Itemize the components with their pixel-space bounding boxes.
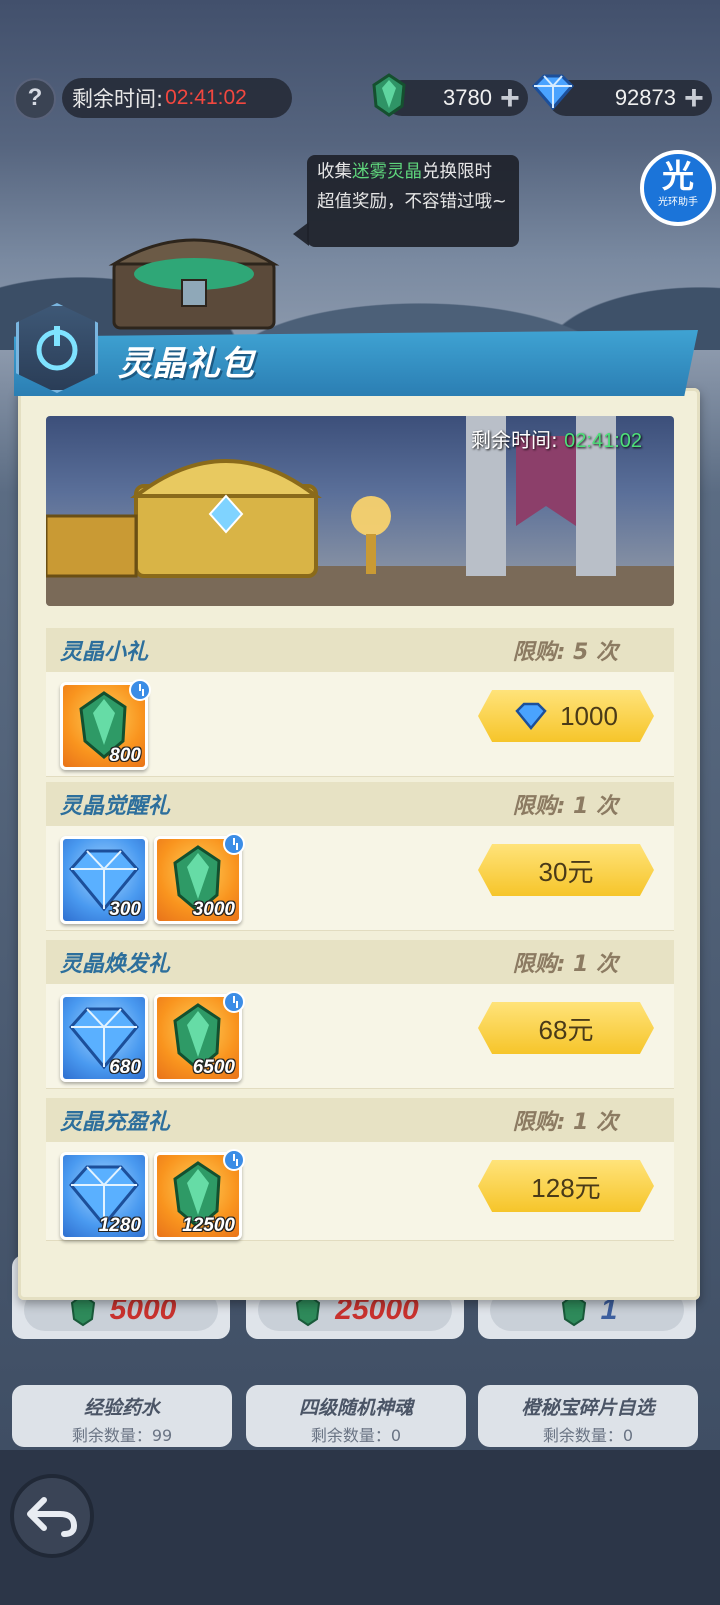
- offer-row: 灵晶焕发礼 限购: 1 次 680 6500 68元: [46, 940, 674, 1089]
- crystal-reward-item[interactable]: 12500: [154, 1149, 245, 1240]
- add-diamond-button[interactable]: +: [684, 81, 712, 115]
- offer-header: 灵晶充盈礼 限购: 1 次: [46, 1098, 674, 1142]
- crystal-icon: [372, 73, 406, 117]
- buy-button[interactable]: 68元: [478, 1002, 654, 1054]
- timer-value: 02:41:02: [165, 86, 247, 109]
- offer-body: 800 1000: [46, 672, 674, 777]
- hero-timer: 剩余时间: 02:41:02: [471, 424, 642, 453]
- bg-shop-item-2[interactable]: 四级随机神魂 剩余数量：0: [246, 1385, 466, 1447]
- bg-shop-item-remaining: 剩余数量：0: [542, 1426, 634, 1445]
- bottom-bar: [0, 1450, 720, 1605]
- bg-shop-item-remaining: 剩余数量：0: [310, 1426, 402, 1445]
- item-quantity: 1280: [98, 1215, 141, 1236]
- hero-timer-value: 02:41:02: [564, 430, 642, 452]
- offer-header: 灵晶焕发礼 限购: 1 次: [46, 940, 674, 984]
- diamond-icon: [531, 74, 575, 111]
- tooltip-highlight: 迷雾灵晶: [352, 162, 422, 182]
- assistant-label: 光环助手: [658, 197, 698, 208]
- assistant-button[interactable]: 光 光环助手: [640, 150, 716, 226]
- assistant-glyph: 光: [661, 157, 694, 195]
- item-quantity: 680: [109, 1057, 141, 1078]
- offer-limit: 限购: 1 次: [512, 794, 618, 819]
- offer-body: 300 3000 30元: [46, 826, 674, 931]
- offer-name: 灵晶充盈礼: [60, 1110, 171, 1135]
- bg-shop-item-title: 经验药水: [83, 1397, 160, 1419]
- hint-tooltip: 收集迷雾灵晶兑换限时超值奖励，不容错过哦~: [307, 155, 519, 247]
- bg-shop-item-3[interactable]: 橙秘宝碎片自选 剩余数量：0: [478, 1385, 698, 1447]
- crystal-reward-item[interactable]: 6500: [154, 991, 245, 1082]
- item-quantity: 3000: [192, 899, 235, 920]
- treasure-chest-icon: [108, 238, 280, 330]
- panel-title: 灵晶礼包: [118, 344, 254, 384]
- diamond-icon: [515, 702, 547, 730]
- offer-name: 灵晶觉醒礼: [60, 794, 171, 819]
- item-quantity: 300: [109, 899, 141, 920]
- clock-icon: [223, 1149, 245, 1171]
- diamond-reward-item[interactable]: 1280: [60, 1152, 148, 1240]
- price-label: 128元: [531, 1172, 601, 1203]
- item-quantity: 12500: [182, 1215, 235, 1236]
- offer-header: 灵晶觉醒礼 限购: 1 次: [46, 782, 674, 826]
- offer-name: 灵晶焕发礼: [60, 952, 171, 977]
- diamond-reward-item[interactable]: 300: [60, 836, 148, 924]
- event-timer: 剩余时间: 02:41:02: [62, 78, 292, 118]
- panel-header-ribbon: [14, 330, 698, 396]
- add-crystal-button[interactable]: +: [500, 81, 528, 115]
- buy-button[interactable]: 30元: [478, 844, 654, 896]
- offer-body: 680 6500 68元: [46, 984, 674, 1089]
- offer-name: 灵晶小礼: [60, 640, 149, 665]
- offer-limit: 限购: 1 次: [512, 1110, 618, 1135]
- hero-timer-label: 剩余时间:: [471, 428, 558, 452]
- offer-row: 灵晶充盈礼 限购: 1 次 1280 12500 128元: [46, 1098, 674, 1241]
- back-button[interactable]: [10, 1474, 94, 1558]
- diamond-counter: 92873 +: [531, 74, 712, 116]
- crystal-counter: 3780 +: [372, 73, 528, 117]
- crystal-reward-item[interactable]: 800: [60, 679, 151, 770]
- price-label: 68元: [538, 1014, 594, 1045]
- item-quantity: 6500: [192, 1057, 235, 1078]
- clock-icon: [223, 991, 245, 1013]
- timer-label: 剩余时间:: [72, 87, 164, 111]
- back-arrow-icon: [27, 1497, 78, 1537]
- power-icon: [36, 326, 78, 371]
- offer-row: 灵晶觉醒礼 限购: 1 次 300 3000 30元: [46, 782, 674, 931]
- diamond-reward-item[interactable]: 680: [60, 994, 148, 1082]
- offer-header: 灵晶小礼 限购: 5 次: [46, 628, 674, 672]
- offer-row: 灵晶小礼 限购: 5 次 800 1000: [46, 628, 674, 777]
- clock-icon: [129, 679, 151, 701]
- price-label: 1000: [560, 700, 618, 731]
- buy-button[interactable]: 1000: [478, 690, 654, 742]
- bg-shop-item-1[interactable]: 经验药水 剩余数量：99: [12, 1385, 232, 1447]
- bg-shop-item-title: 四级随机神魂: [298, 1397, 413, 1419]
- offer-body: 1280 12500 128元: [46, 1142, 674, 1241]
- crystal-reward-item[interactable]: 3000: [154, 833, 245, 924]
- bg-shop-item-title: 橙秘宝碎片自选: [521, 1397, 655, 1419]
- offer-limit: 限购: 5 次: [512, 640, 618, 665]
- help-button[interactable]: ?: [14, 78, 56, 120]
- buy-button[interactable]: 128元: [478, 1160, 654, 1212]
- bg-shop-item-remaining: 剩余数量：99: [71, 1426, 173, 1445]
- tooltip-prefix: 收集: [317, 162, 352, 182]
- price-label: 30元: [538, 856, 594, 887]
- offer-limit: 限购: 1 次: [512, 952, 618, 977]
- item-quantity: 800: [109, 745, 141, 766]
- hero-banner: 剩余时间: 02:41:02: [46, 416, 674, 606]
- clock-icon: [223, 833, 245, 855]
